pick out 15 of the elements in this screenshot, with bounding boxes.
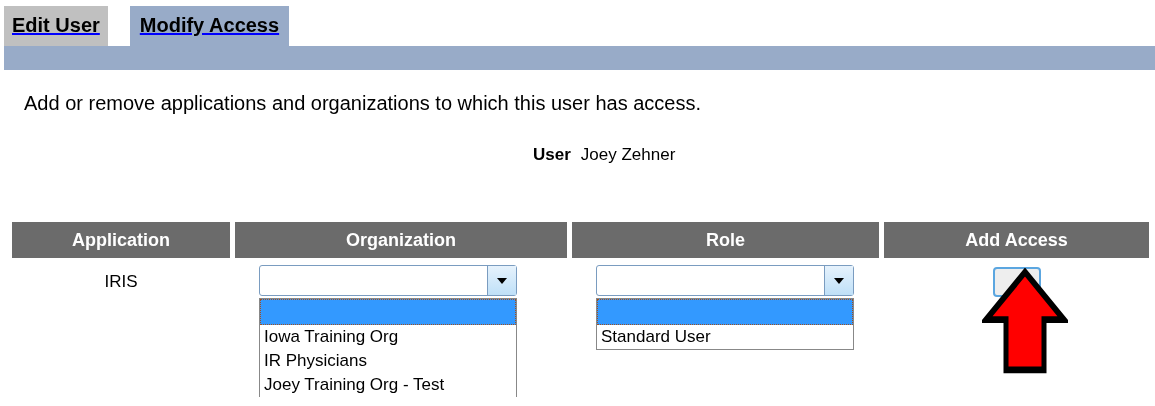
dropdown-option[interactable]: IR Physicians [260,349,516,373]
column-header: Organization [235,222,567,258]
intro-text: Add or remove applications and organizations to which this user has access. [24,92,703,115]
application-name: IRIS [104,272,138,291]
tab[interactable]: Modify Access [129,6,290,46]
column-header: Role [572,222,879,258]
column-header: Application [12,222,230,258]
dropdown-option[interactable]: Joey Training Org - Test [260,373,516,397]
dropdown-option[interactable]: Iowa Training Org [260,325,516,349]
column-header: Add Access [884,222,1149,258]
user-name: Joey Zehner [580,145,676,165]
arrow-icon [982,268,1068,374]
tab[interactable]: Edit User [4,6,108,46]
user-label: User [533,145,571,165]
dropdown-option[interactable]: Standard User [597,325,853,349]
